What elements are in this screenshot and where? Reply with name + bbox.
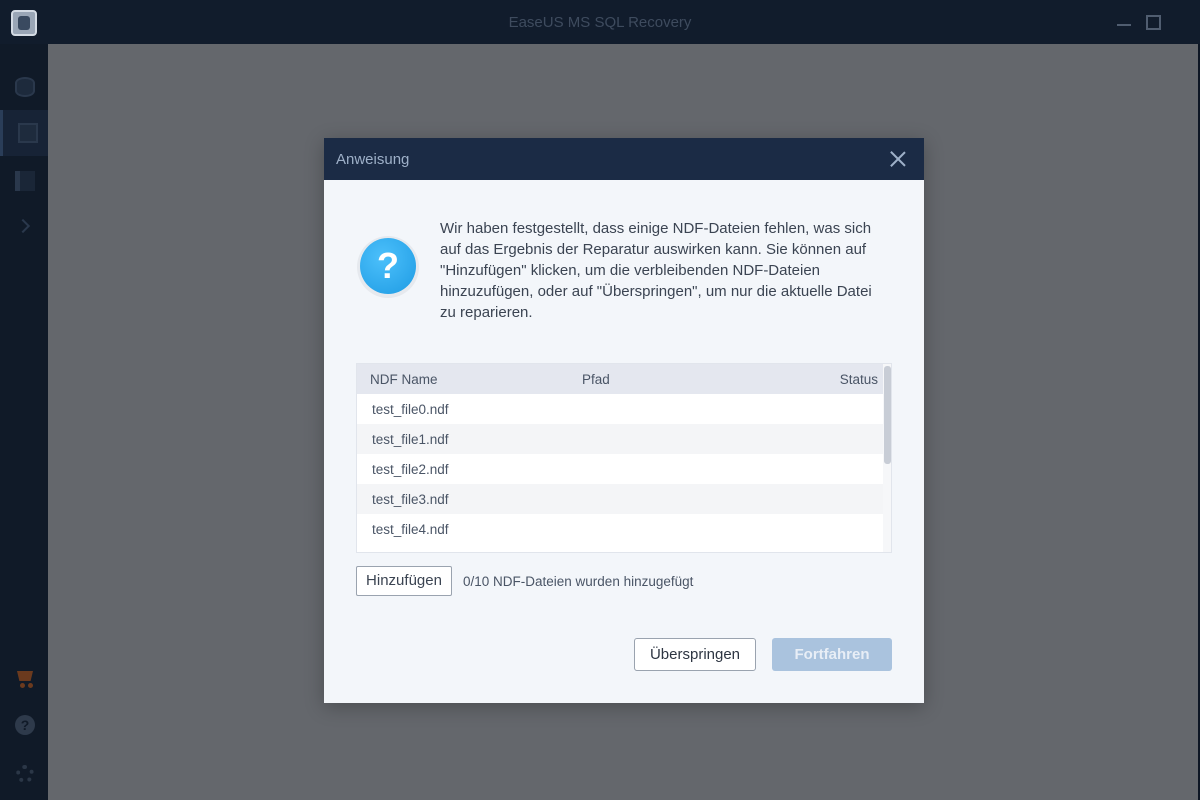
table-row[interactable]: test_file0.ndf [357,394,883,424]
cell-ndf-name: test_file0.ndf [372,402,449,417]
cell-ndf-name: test_file4.ndf [372,522,449,537]
table-header: NDF Name Pfad Status [357,364,883,394]
dialog-title: Anweisung [336,151,410,168]
maximize-icon[interactable] [1146,15,1161,30]
title-bar: EaseUS MS SQL Recovery [0,0,1200,44]
column-header-name[interactable]: NDF Name [370,372,438,387]
sidebar: ? [0,44,48,800]
ndf-files-table: NDF Name Pfad Status test_file0.ndf test… [356,363,892,553]
dialog-message: Wir haben festgestellt, dass einige NDF-… [440,220,872,321]
gear-icon[interactable] [16,765,34,783]
cart-icon[interactable] [14,668,36,688]
help-icon[interactable]: ? [15,715,35,735]
dialog-header: Anweisung [324,138,924,180]
close-icon[interactable] [887,148,909,170]
chevron-right-icon[interactable] [15,218,31,234]
table-row[interactable]: test_file1.ndf [357,424,883,454]
cell-ndf-name: test_file2.ndf [372,462,449,477]
database-icon [15,77,35,97]
skip-button[interactable]: Überspringen [634,638,756,671]
cell-ndf-name: test_file1.ndf [372,432,449,447]
grid-icon [18,123,38,143]
table-row[interactable]: test_file4.ndf [357,514,883,544]
table-scrollbar[interactable] [883,364,891,552]
column-header-path[interactable]: Pfad [582,372,610,387]
question-icon: ? [357,236,419,298]
minimize-icon[interactable] [1117,24,1131,26]
table-body: test_file0.ndf test_file1.ndf test_file2… [357,394,883,544]
continue-button[interactable]: Fortfahren [772,638,892,671]
add-status-text: 0/10 NDF-Dateien wurden hinzugefügt [463,574,694,589]
window-title: EaseUS MS SQL Recovery [508,14,692,31]
add-button[interactable]: Hinzufügen [356,566,452,596]
sidebar-item-repair[interactable] [0,110,48,156]
instruction-dialog: Anweisung ? Wir haben festgestellt, dass… [324,138,924,703]
list-icon [15,171,35,191]
column-header-status[interactable]: Status [840,372,878,387]
table-row[interactable]: test_file3.ndf [357,484,883,514]
scrollbar-thumb[interactable] [884,366,891,464]
table-row[interactable]: test_file2.ndf [357,454,883,484]
cell-ndf-name: test_file3.ndf [372,492,449,507]
sidebar-item-files[interactable] [0,158,48,204]
sidebar-item-database[interactable] [0,64,48,110]
